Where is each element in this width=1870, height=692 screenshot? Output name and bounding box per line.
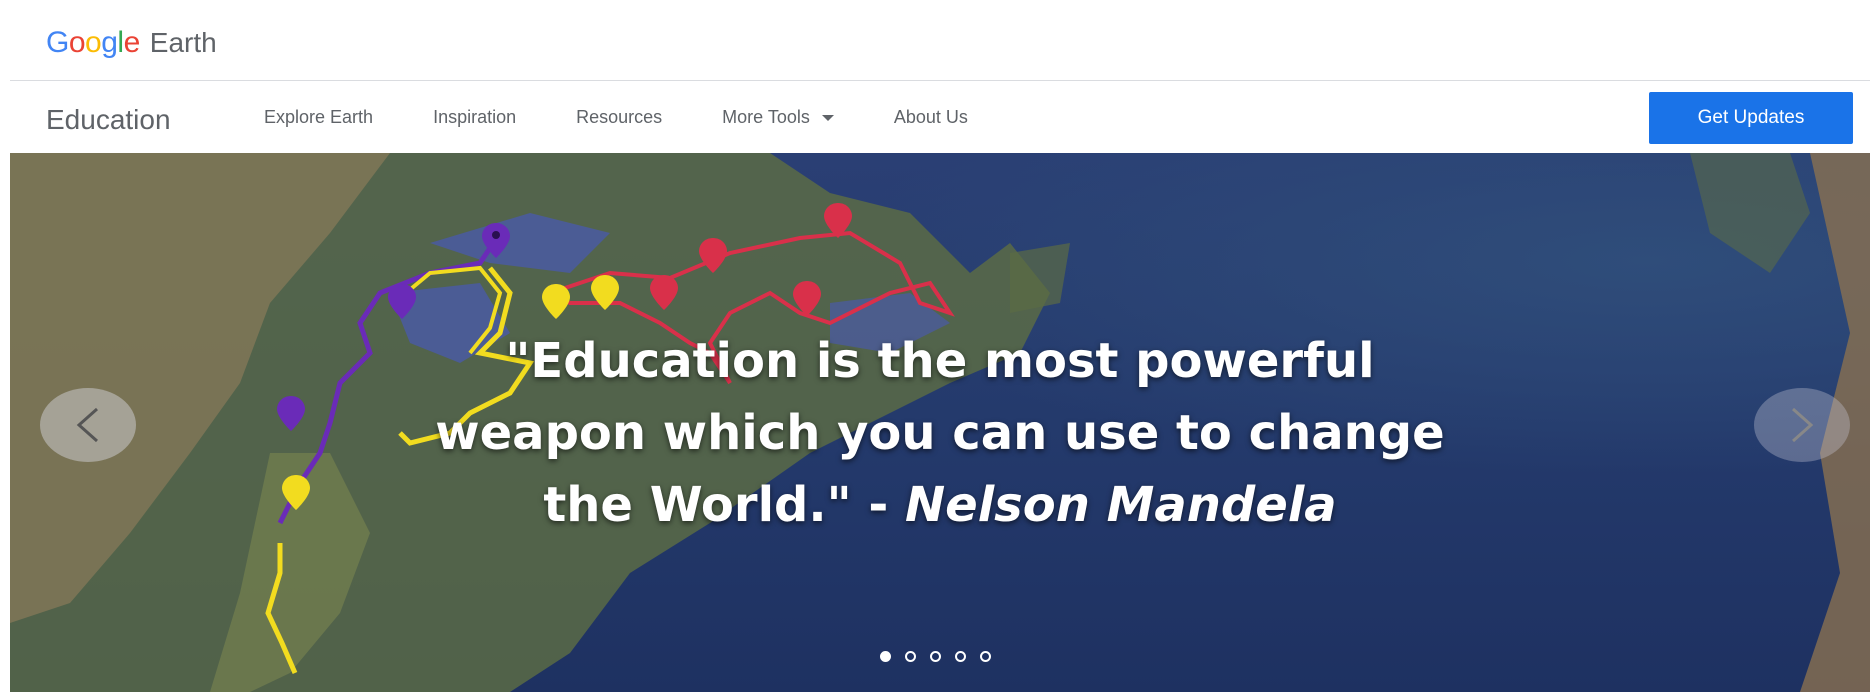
- logo-letter: e: [123, 26, 141, 59]
- carousel-dot[interactable]: [930, 651, 941, 662]
- google-wordmark: Google: [46, 26, 140, 60]
- carousel-prev-button[interactable]: [40, 388, 136, 462]
- quote-line: weapon which you can use to change: [435, 405, 1445, 461]
- nav-label: Explore Earth: [264, 107, 374, 127]
- hero-carousel: "Education is the most powerful weapon w…: [10, 153, 1870, 692]
- logo-letter: G: [46, 26, 69, 59]
- chevron-right-icon: [1792, 407, 1814, 443]
- nav-inspiration[interactable]: Inspiration: [433, 107, 516, 128]
- carousel-next-button[interactable]: [1754, 388, 1850, 462]
- section-navbar: Education Explore Earth Inspiration Reso…: [10, 82, 1870, 153]
- caret-down-icon: [821, 114, 834, 121]
- nav-about-us[interactable]: About Us: [894, 107, 968, 128]
- section-title[interactable]: Education: [46, 104, 171, 136]
- nav-label: About Us: [893, 107, 968, 127]
- logo-letter: g: [101, 26, 118, 59]
- carousel-indicators: [880, 651, 1005, 662]
- carousel-dot[interactable]: [955, 651, 966, 662]
- quote-text: the World." -: [543, 477, 905, 533]
- carousel-dot[interactable]: [980, 651, 991, 662]
- carousel-dot[interactable]: [905, 651, 916, 662]
- nav-label: Resources: [576, 107, 663, 127]
- get-updates-button[interactable]: Get Updates: [1649, 92, 1853, 144]
- nav-menu: Explore Earth Inspiration Resources More…: [264, 82, 1028, 153]
- top-header: Google Earth: [10, 0, 1870, 81]
- chevron-left-icon: [76, 407, 98, 443]
- product-name: Earth: [149, 27, 217, 58]
- quote-author: Nelson Mandela: [904, 477, 1337, 533]
- nav-more-tools[interactable]: More Tools: [722, 107, 834, 128]
- google-earth-logo[interactable]: Google Earth: [46, 26, 217, 60]
- hero-quote: "Education is the most powerful weapon w…: [10, 325, 1870, 541]
- logo-letter: o: [85, 26, 102, 59]
- logo-letter: o: [68, 26, 86, 59]
- nav-label: Inspiration: [433, 107, 517, 127]
- nav-label: More Tools: [722, 107, 810, 127]
- quote-line: "Education is the most powerful: [505, 333, 1375, 389]
- nav-explore-earth[interactable]: Explore Earth: [264, 107, 373, 128]
- nav-resources[interactable]: Resources: [576, 107, 662, 128]
- quote-line: the World." - Nelson Mandela: [10, 469, 1870, 541]
- carousel-dot[interactable]: [880, 651, 891, 662]
